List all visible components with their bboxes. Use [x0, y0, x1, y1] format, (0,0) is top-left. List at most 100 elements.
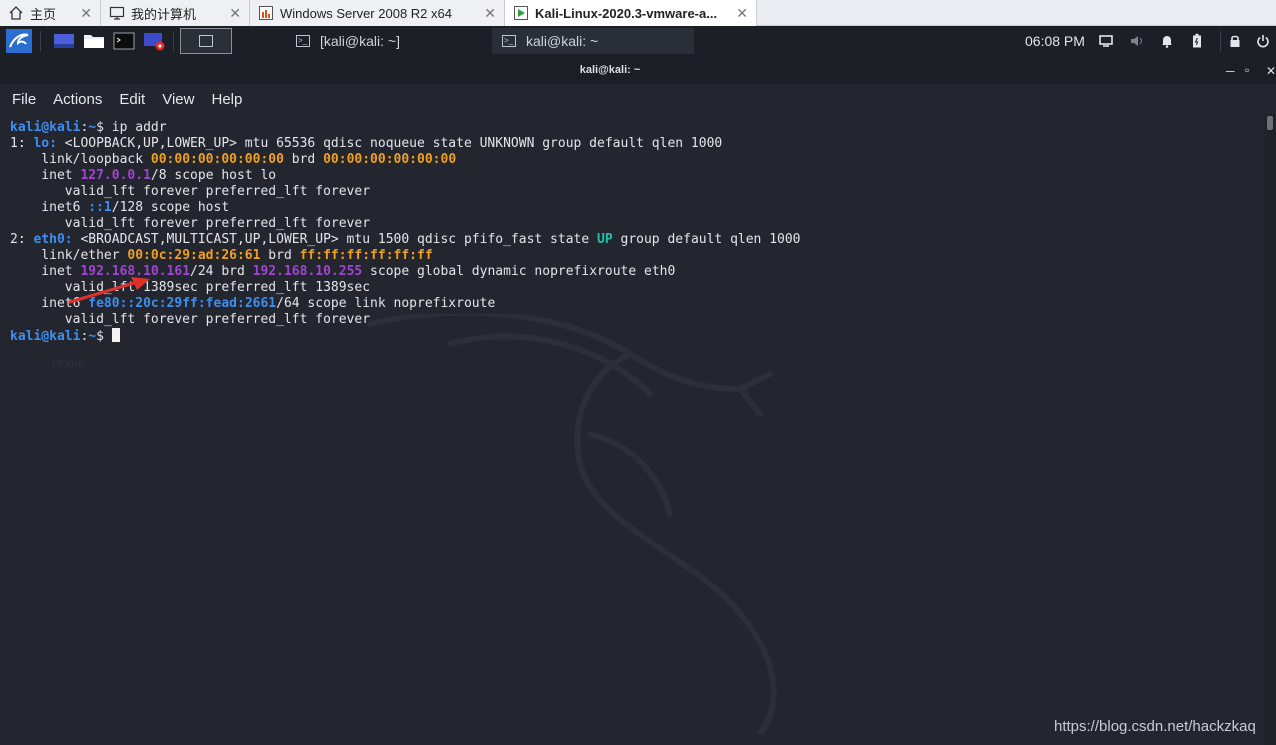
terminal-text-segment: 127.0.0.1: [80, 168, 151, 183]
volume-muted-icon[interactable]: [1129, 33, 1145, 49]
terminal-text-segment: 1:: [10, 136, 34, 151]
terminal-scrollbar[interactable]: [1264, 114, 1276, 745]
vm-running-icon: [513, 5, 529, 21]
show-desktop-button[interactable]: [180, 28, 232, 54]
terminal-text-segment: kali@kali: [10, 329, 81, 344]
terminal-text-segment: inet: [10, 168, 81, 183]
close-icon[interactable]: ✕: [80, 5, 92, 22]
terminal-icon: >_: [502, 35, 516, 47]
menu-actions[interactable]: Actions: [53, 91, 102, 108]
terminal-text-segment: valid_lft forever preferred_lft forever: [10, 216, 371, 231]
terminal-launcher-icon[interactable]: [111, 29, 137, 53]
terminal-text-segment: <BROADCAST,MULTICAST,UP,LOWER_UP> mtu 15…: [72, 232, 598, 247]
terminal-output-area[interactable]: Home kali@kali:~$ ip addr 1: lo: <LOOPBAC…: [0, 114, 1264, 745]
taskbar-window-label: kali@kali: ~: [526, 33, 599, 49]
panel-separator: [40, 31, 41, 51]
ghost-desktop-label: Home: [52, 356, 85, 370]
lock-icon[interactable]: [1227, 33, 1243, 49]
terminal-icon: [199, 35, 213, 47]
workspace-switcher-icon[interactable]: [51, 29, 77, 53]
menu-view[interactable]: View: [162, 91, 194, 108]
maximize-icon[interactable]: ▫: [1245, 63, 1249, 77]
terminal-line: inet6 ::1/128 scope host: [10, 200, 801, 216]
kali-dragon-watermark: [367, 314, 777, 734]
terminal-text-segment: inet6: [10, 200, 89, 215]
terminal-text-segment: link/ether: [10, 248, 128, 263]
menu-file[interactable]: File: [12, 91, 36, 108]
terminal-text-segment: ::1: [88, 200, 112, 215]
battery-icon[interactable]: [1189, 33, 1205, 49]
terminal-cursor: [111, 328, 120, 342]
taskbar-window-terminal-1[interactable]: >_ [kali@kali: ~]: [286, 28, 492, 54]
terminal-text-segment: scope global dynamic noprefixroute eth0: [362, 264, 676, 279]
terminal-text-segment: 00:00:00:00:00:00: [150, 152, 284, 167]
terminal-text-segment: valid_lft forever preferred_lft forever: [10, 184, 371, 199]
terminal-text-segment: /128 scope host: [111, 200, 230, 215]
window-title: kali@kali: ~: [579, 64, 641, 76]
terminal-line: valid_lft forever preferred_lft forever: [10, 216, 801, 232]
terminal-line: inet 127.0.0.1/8 scope host lo: [10, 168, 801, 184]
terminal-text-segment: valid_lft forever preferred_lft forever: [10, 312, 371, 327]
screen-recorder-icon[interactable]: [141, 29, 167, 53]
menu-help[interactable]: Help: [211, 91, 242, 108]
tab-my-computer[interactable]: 我的计算机 ✕: [101, 0, 250, 26]
power-icon[interactable]: [1255, 33, 1271, 49]
display-icon[interactable]: [1098, 33, 1114, 49]
vmware-tab-strip: 主页 ✕ 我的计算机 ✕ Windows Server 2008 R2 x64 …: [0, 0, 1276, 26]
terminal-text-segment: ff:ff:ff:ff:ff:ff: [299, 248, 433, 263]
taskbar-window-terminal-2[interactable]: >_ kali@kali: ~: [492, 28, 694, 54]
home-icon: [8, 5, 24, 21]
terminal-text-segment: 00:0c:29:ad:26:61: [127, 248, 261, 263]
menu-edit[interactable]: Edit: [119, 91, 145, 108]
scrollbar-thumb[interactable]: [1267, 116, 1273, 130]
terminal-text-segment: $: [96, 329, 112, 344]
terminal-titlebar[interactable]: kali@kali: ~ ─ ▫ ✕: [0, 56, 1276, 84]
tab-home[interactable]: 主页 ✕: [0, 0, 101, 26]
terminal-line: kali@kali:~$ ip addr: [10, 120, 801, 136]
red-annotation-arrow: [68, 277, 150, 304]
terminal-text-segment: kali@kali: [10, 120, 81, 135]
minimize-icon[interactable]: ─: [1226, 64, 1235, 78]
terminal-text-segment: /24 brd: [190, 264, 253, 279]
terminal-line: 2: eth0: <BROADCAST,MULTICAST,UP,LOWER_U…: [10, 232, 801, 248]
computer-icon: [109, 5, 125, 21]
terminal-text-segment: link/loopback: [10, 152, 151, 167]
terminal-text-segment: 00:00:00:00:00:00: [323, 152, 457, 167]
notifications-icon[interactable]: [1159, 33, 1175, 49]
kali-menu-icon[interactable]: [4, 29, 34, 53]
terminal-text-segment: ~: [88, 329, 97, 344]
terminal-text-segment: UP: [597, 232, 613, 247]
terminal-line: link/ether 00:0c:29:ad:26:61 brd ff:ff:f…: [10, 248, 801, 264]
terminal-menubar: File Actions Edit View Help: [0, 84, 1276, 114]
terminal-line: valid_lft forever preferred_lft forever: [10, 184, 801, 200]
terminal-text-segment: brd: [283, 152, 324, 167]
terminal-text-segment: eth0:: [33, 232, 73, 247]
terminal-text-segment: $ ip addr: [96, 120, 167, 135]
terminal-text-segment: group default qlen 1000: [612, 232, 801, 247]
taskbar-window-label: [kali@kali: ~]: [320, 33, 400, 49]
terminal-text-segment: ~: [88, 120, 97, 135]
tab-windows-server[interactable]: Windows Server 2008 R2 x64 ✕: [250, 0, 505, 26]
vm-icon: [258, 5, 274, 21]
close-icon[interactable]: ✕: [1266, 64, 1276, 78]
terminal-text-segment: <LOOPBACK,UP,LOWER_UP> mtu 65536 qdisc n…: [56, 136, 723, 151]
terminal-line: link/loopback 00:00:00:00:00:00 brd 00:0…: [10, 152, 801, 168]
terminal-icon: >_: [296, 35, 310, 47]
terminal-text-segment: lo:: [33, 136, 57, 151]
terminal-line: valid_lft forever preferred_lft forever: [10, 312, 801, 328]
tab-label: 我的计算机: [131, 6, 197, 22]
file-manager-icon[interactable]: [81, 29, 107, 53]
close-icon[interactable]: ✕: [484, 5, 496, 22]
panel-clock[interactable]: 06:08 PM: [1025, 26, 1085, 56]
panel-separator: [173, 31, 174, 51]
tab-label: Kali-Linux-2020.3-vmware-a...: [535, 5, 718, 21]
terminal-line: 1: lo: <LOOPBACK,UP,LOWER_UP> mtu 65536 …: [10, 136, 801, 152]
terminal-lines: kali@kali:~$ ip addr 1: lo: <LOOPBACK,UP,…: [10, 120, 801, 344]
close-icon[interactable]: ✕: [229, 5, 241, 22]
kali-top-panel: >_ [kali@kali: ~] >_ kali@kali: ~ 06:08 …: [0, 26, 1276, 56]
close-icon[interactable]: ✕: [736, 5, 748, 22]
panel-separator: [1220, 31, 1221, 51]
tab-kali-linux[interactable]: Kali-Linux-2020.3-vmware-a... ✕: [505, 0, 757, 26]
terminal-text-segment: /64 scope link noprefixroute: [276, 296, 496, 311]
terminal-text-segment: valid_lft 1389sec preferred_lft 1389sec: [10, 280, 371, 295]
